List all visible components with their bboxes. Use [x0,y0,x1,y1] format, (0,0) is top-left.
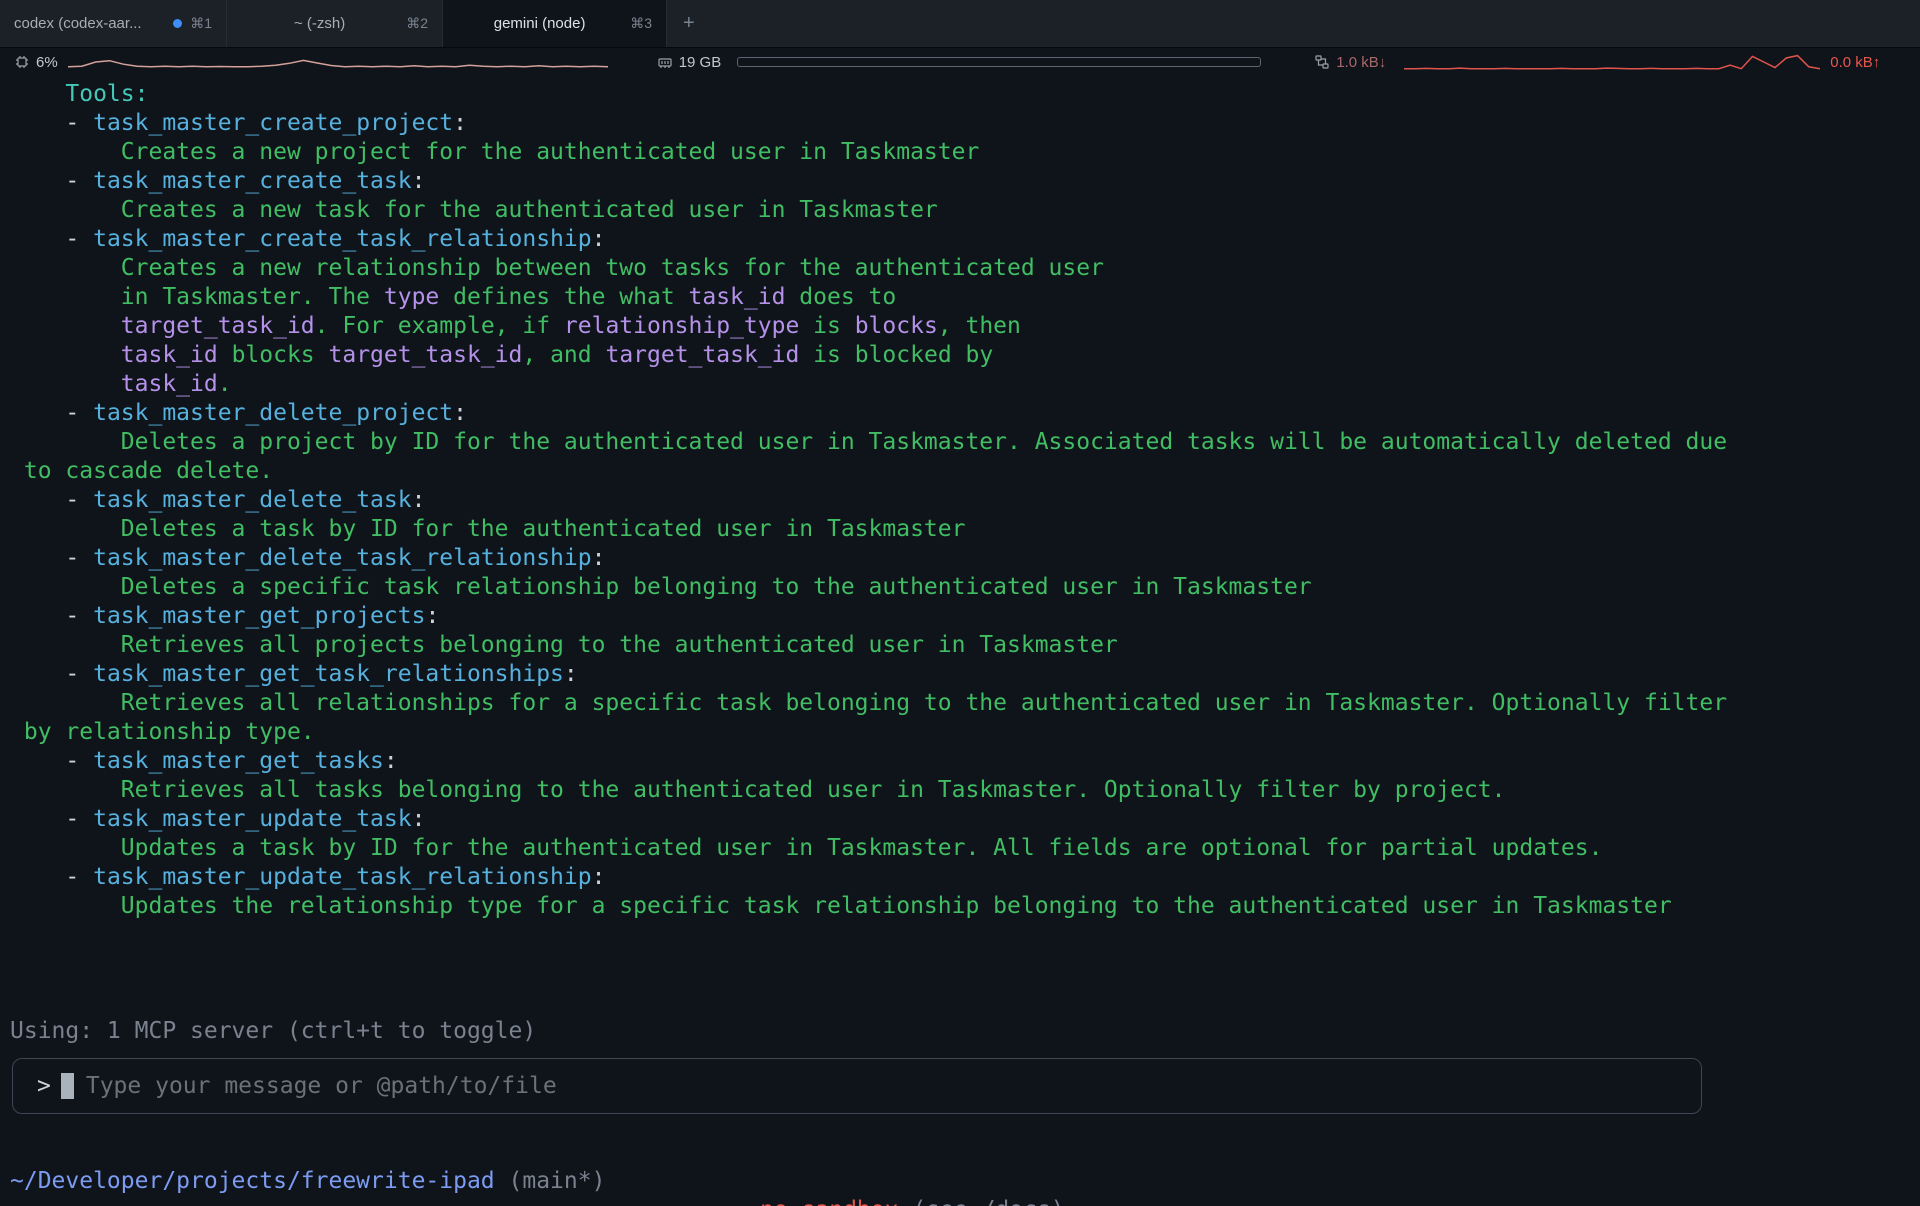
terminal-window: codex (codex-aar... ⌘1 ~ (-zsh) ⌘2 gemin… [0,0,1920,1206]
terminal-line: - task_master_update_task_relationship: [10,863,1920,892]
terminal-line: Retrieves all tasks belonging to the aut… [10,776,1920,805]
network-down: 1.0 kB↓ [1336,54,1386,71]
terminal-line: - task_master_create_task_relationship: [10,225,1920,254]
terminal-line: - task_master_create_task: [10,167,1920,196]
memory-icon [657,54,673,70]
terminal-line: Deletes a specific task relationship bel… [10,573,1920,602]
terminal-output: Tools: - task_master_create_project: Cre… [0,76,1920,921]
tab-codex[interactable]: codex (codex-aar... ⌘1 [0,0,227,47]
terminal-line: Updates the relationship type for a spec… [10,892,1920,921]
terminal-line: Tools: [10,80,1920,109]
terminal-line: Deletes a task by ID for the authenticat… [10,515,1920,544]
terminal-line: - task_master_delete_project: [10,399,1920,428]
tab-bar: codex (codex-aar... ⌘1 ~ (-zsh) ⌘2 gemin… [0,0,1920,48]
prompt-symbol: > [37,1073,51,1099]
terminal-line: to cascade delete. [10,457,1920,486]
tab-shortcut: ⌘3 [630,15,652,32]
memory-usage: 19 GB [679,54,722,71]
terminal-line: task_id. [10,370,1920,399]
terminal-line: - task_master_get_projects: [10,602,1920,631]
status-center: no sandbox (see /docs) [760,1196,1065,1206]
terminal-line: - task_master_delete_task: [10,486,1920,515]
terminal-line: by relationship type. [10,718,1920,747]
message-input[interactable]: > Type your message or @path/to/file [12,1058,1702,1114]
terminal-line: - task_master_get_task_relationships: [10,660,1920,689]
mcp-status: Using: 1 MCP server (ctrl+t to toggle) [10,1017,1920,1046]
tab-gemini[interactable]: gemini (node) ⌘3 [443,0,667,47]
terminal-line: target_task_id. For example, if relation… [10,312,1920,341]
terminal-line: - task_master_create_project: [10,109,1920,138]
cpu-icon [14,54,30,70]
memory-bar [737,57,1261,67]
network-icon [1314,54,1330,70]
sandbox-status: no sandbox [760,1197,898,1206]
tab-shortcut: ⌘2 [406,15,428,32]
status-left: ~/Developer/projects/freewrite-ipad (mai… [10,1167,605,1196]
tab-zsh[interactable]: ~ (-zsh) ⌘2 [227,0,443,47]
terminal-line: - task_master_get_tasks: [10,747,1920,776]
activity-dot-icon [173,19,182,28]
working-directory: ~/Developer/projects/freewrite-ipad [10,1168,495,1194]
cpu-graph [68,52,608,72]
tab-title: gemini (node) [457,15,622,32]
terminal-line: Creates a new project for the authentica… [10,138,1920,167]
network-up: 0.0 kB↑ [1830,54,1880,71]
session-status-line: ~/Developer/projects/freewrite-ipad (mai… [0,1138,1920,1167]
cpu-usage: 6% [36,54,58,71]
system-status-bar: 6% 19 GB 1.0 kB↓ 0.0 kB↑ [0,48,1920,76]
network-graph [1404,52,1820,72]
terminal-line: Retrieves all relationships for a specif… [10,689,1920,718]
terminal-line: Creates a new task for the authenticated… [10,196,1920,225]
terminal-line: in Taskmaster. The type defines the what… [10,283,1920,312]
terminal-line: Creates a new relationship between two t… [10,254,1920,283]
tab-title: ~ (-zsh) [241,15,398,32]
text-cursor-icon [61,1073,74,1099]
input-placeholder: Type your message or @path/to/file [86,1073,557,1099]
tab-title: codex (codex-aar... [14,15,165,32]
terminal-line: Deletes a project by ID for the authenti… [10,428,1920,457]
terminal-line: Retrieves all projects belonging to the … [10,631,1920,660]
terminal-line: Updates a task by ID for the authenticat… [10,834,1920,863]
new-tab-button[interactable]: + [667,0,711,47]
terminal-line: task_id blocks target_task_id, and targe… [10,341,1920,370]
tab-shortcut: ⌘1 [190,15,212,32]
terminal-line: - task_master_update_task: [10,805,1920,834]
terminal-line: - task_master_delete_task_relationship: [10,544,1920,573]
sandbox-docs-hint: (see /docs) [898,1197,1064,1206]
git-branch: (main*) [495,1168,606,1194]
